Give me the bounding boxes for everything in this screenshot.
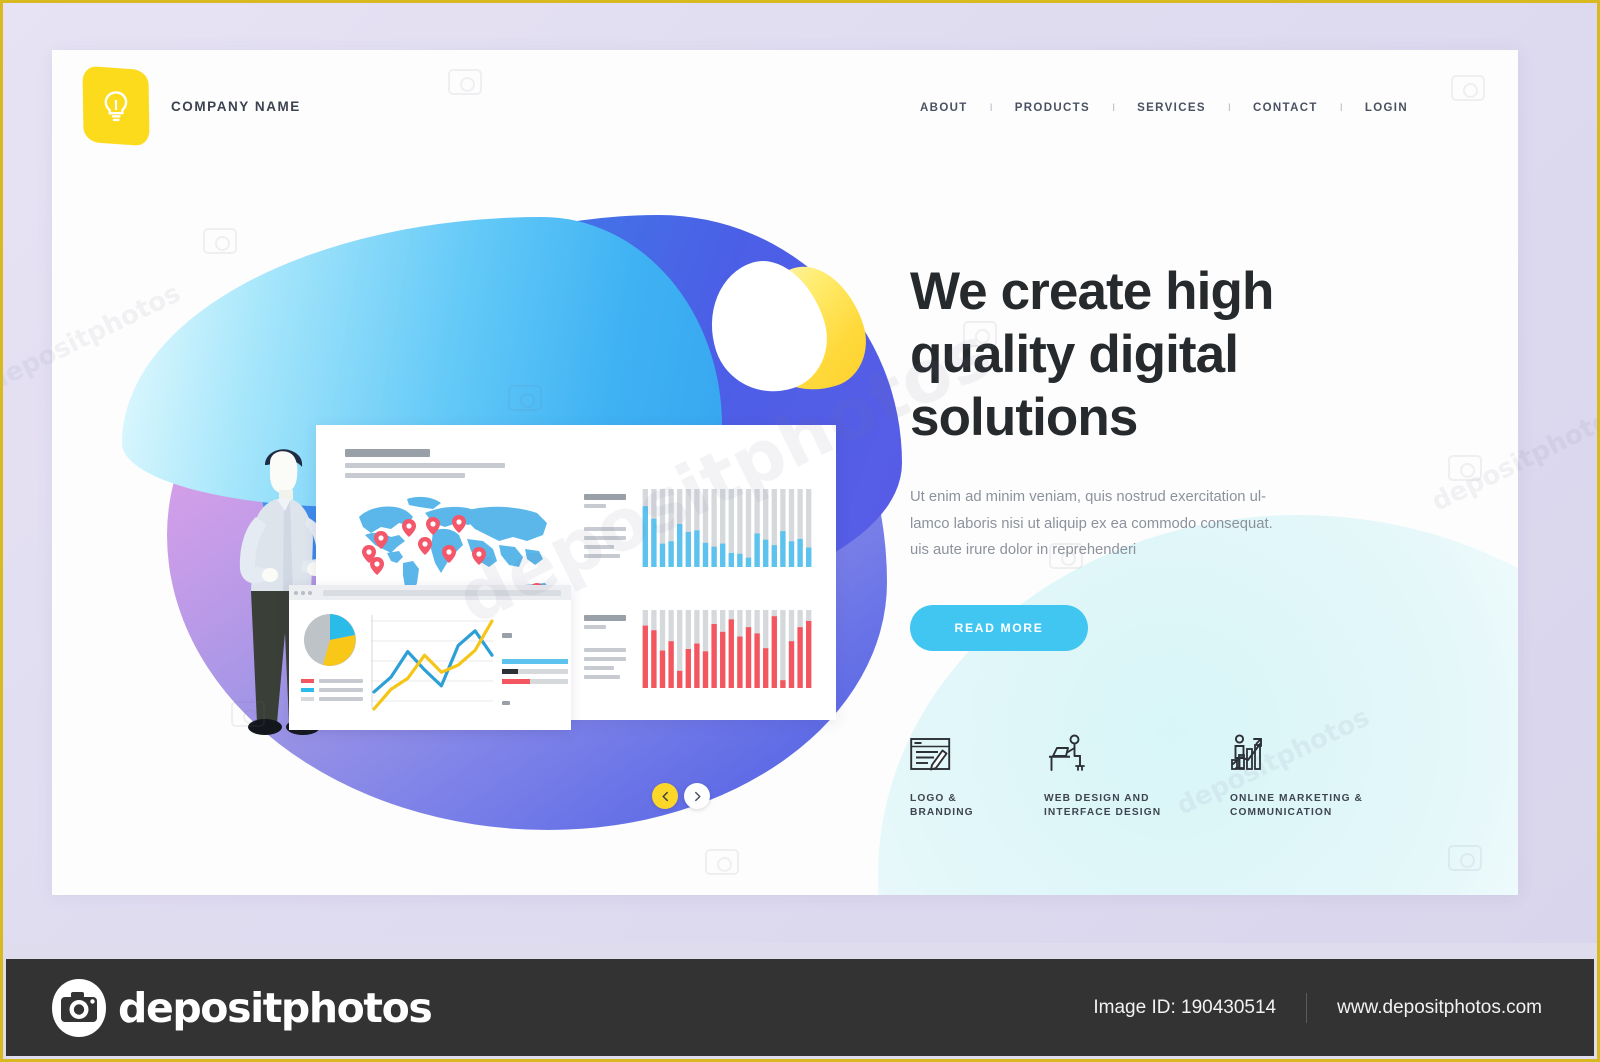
nav-item-about[interactable]: ABOUT [920,102,968,114]
chevron-left-icon [661,791,668,801]
pie-chart [304,614,356,666]
window-pencil-icon [910,728,1044,774]
footer-divider [1306,992,1308,1023]
feature-label: WEB DESIGN AND INTERFACE DESIGN [1044,793,1162,819]
lightbulb-icon [104,91,128,122]
window-dot [294,590,298,595]
page-title: We create high quality digital solutions [910,262,1274,448]
depositphotos-wordmark: depositphotos [118,983,433,1032]
feature-label: LOGO & BRANDING [910,793,974,819]
nav-item-services[interactable]: SERVICES [1137,102,1206,114]
logo-mark [82,65,150,147]
feature-logo-branding[interactable]: LOGO & BRANDING [910,728,1044,821]
person-at-desk-icon [1044,728,1230,774]
line-chart [371,615,494,711]
feature-list: LOGO & BRANDING WEB DESIGN AND INTERFACE… [910,728,1430,821]
analytics-window [289,585,571,730]
window-dot [308,590,312,595]
camera-icon [52,978,106,1037]
read-more-button[interactable]: READ MORE [910,605,1088,652]
blue-bar-chart [642,489,812,567]
window-titlebar [289,585,571,600]
footer-meta: Image ID: 190430514 www.depositphotos.co… [1093,992,1542,1023]
nav-item-products[interactable]: PRODUCTS [1015,102,1090,114]
company-name: COMPANY NAME [171,98,301,114]
brand-block[interactable]: COMPANY NAME [82,65,301,147]
chevron-right-icon [694,791,701,801]
nav-separator: I [1339,102,1343,114]
window-urlbar [323,589,561,596]
image-id: Image ID: 190430514 [1093,996,1277,1018]
hero-content: We create high quality digital solutions… [910,260,1380,652]
window-dot [301,590,305,595]
depositphotos-logo: depositphotos [48,977,433,1039]
person-growth-chart-icon [1230,728,1410,774]
nav-separator: I [1227,102,1231,114]
depositphotos-footer: depositphotos Image ID: 190430514 www.de… [6,959,1594,1056]
main-nav: ABOUT I PRODUCTS I SERVICES I CONTACT I … [920,102,1408,114]
feature-web-design[interactable]: WEB DESIGN AND INTERFACE DESIGN [1044,728,1230,821]
nav-separator: I [1112,102,1116,114]
nav-separator: I [989,102,993,114]
red-bar-chart [642,610,812,688]
carousel-next-button[interactable] [684,783,710,809]
landing-page-card: COMPANY NAME ABOUT I PRODUCTS I SERVICES… [52,50,1518,895]
stock-photo-stage: COMPANY NAME ABOUT I PRODUCTS I SERVICES… [0,0,1600,1062]
hero-subcopy: Ut enim ad minim veniam, quis nostrud ex… [910,489,1273,558]
hero-illustration [112,195,902,875]
carousel-prev-button[interactable] [652,783,678,809]
feature-online-marketing[interactable]: ONLINE MARKETING & COMMUNICATION [1230,728,1410,821]
nav-item-login[interactable]: LOGIN [1365,102,1408,114]
site-header: COMPANY NAME ABOUT I PRODUCTS I SERVICES… [52,50,1518,220]
feature-label: ONLINE MARKETING & COMMUNICATION [1230,793,1363,819]
nav-item-contact[interactable]: CONTACT [1253,102,1318,114]
carousel-controls [652,783,710,809]
footer-site-url[interactable]: www.depositphotos.com [1337,997,1542,1019]
